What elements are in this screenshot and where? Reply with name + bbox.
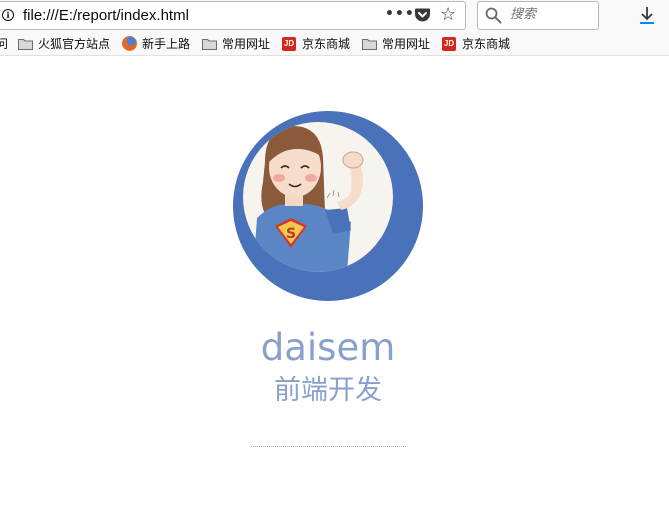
- avatar-badge-letter: S: [286, 226, 296, 242]
- bookmark-label: 京东商城: [302, 37, 351, 51]
- address-bar[interactable]: i file:///E:/report/index.html ••• ☆: [0, 1, 466, 30]
- folder-icon: [362, 39, 377, 50]
- info-icon[interactable]: i: [2, 9, 14, 21]
- bookmarks-toolbar: 问 火狐官方站点 新手上路 常用网址 JD 京东商城 常用网址 JD 京东商城: [0, 32, 669, 56]
- pocket-icon[interactable]: [414, 7, 431, 27]
- jd-icon: JD: [282, 37, 296, 51]
- profile-role: 前端开发: [274, 375, 382, 406]
- bookmark-star-icon[interactable]: ☆: [440, 5, 456, 25]
- download-icon[interactable]: [638, 6, 656, 30]
- avatar: S: [233, 111, 423, 301]
- search-bar[interactable]: [477, 1, 599, 30]
- bookmark-label: 常用网址: [382, 37, 431, 51]
- folder-icon: [202, 39, 217, 50]
- url-text[interactable]: file:///E:/report/index.html: [23, 7, 189, 24]
- page-actions-menu-icon[interactable]: •••: [385, 6, 415, 22]
- bookmark-label: 常用网址: [222, 37, 271, 51]
- superhero-girl-illustration: S: [253, 126, 364, 272]
- search-input[interactable]: [510, 7, 590, 22]
- browser-toolbar: i file:///E:/report/index.html ••• ☆: [0, 0, 669, 32]
- bookmark-label: 火狐官方站点: [38, 37, 111, 51]
- jd-icon: JD: [442, 37, 456, 51]
- avatar-illustration: S: [243, 122, 393, 272]
- profile-name: daisem: [260, 326, 396, 369]
- divider: [251, 446, 406, 447]
- bookmark-label: 新手上路: [142, 37, 191, 51]
- search-icon: [485, 7, 502, 28]
- firefox-icon: [122, 36, 137, 51]
- bookmark-label: 京东商城: [462, 37, 511, 51]
- folder-icon: [18, 39, 33, 50]
